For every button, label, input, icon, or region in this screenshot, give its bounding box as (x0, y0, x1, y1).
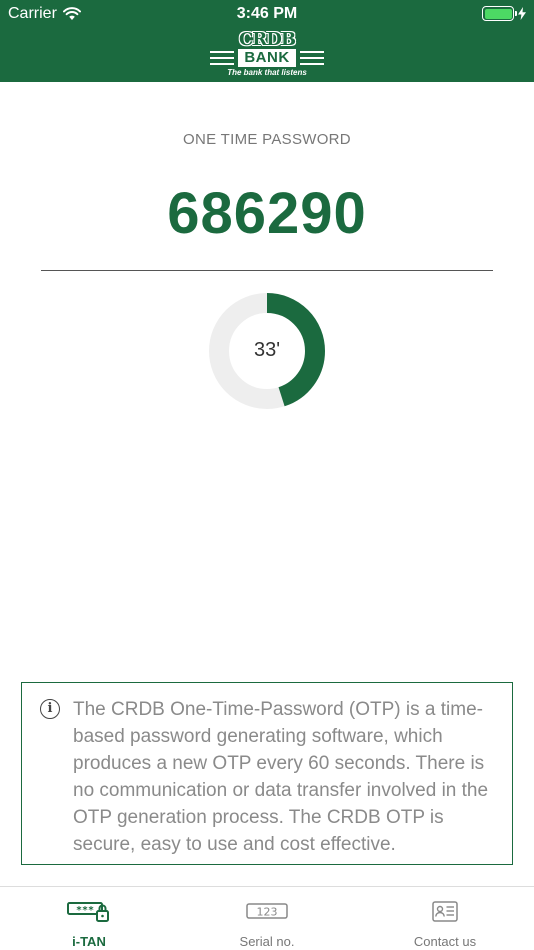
tab-contact-us[interactable]: Contact us (356, 887, 534, 950)
info-box: i The CRDB One-Time-Password (OTP) is a … (21, 682, 513, 865)
info-text: The CRDB One-Time-Password (OTP) is a ti… (73, 699, 489, 855)
logo-lines-left (210, 51, 234, 65)
app-header: Carrier 3:46 PM CRDB BANK The bank that … (0, 0, 534, 82)
otp-code: 686290 (167, 181, 367, 246)
charging-bolt-icon (518, 7, 526, 20)
tab-serial-no[interactable]: 123 Serial no. (178, 887, 356, 950)
tab-bar: *** i-TAN 123 Serial no. Contact us (0, 886, 534, 950)
countdown-timer: 33' (208, 292, 326, 410)
status-bar: Carrier 3:46 PM (0, 0, 534, 28)
serial-number-icon: 123 (246, 903, 288, 919)
crdb-logo: CRDB BANK The bank that listens (208, 30, 326, 80)
tab-itan[interactable]: *** i-TAN (0, 887, 178, 950)
contact-card-icon (432, 901, 458, 922)
svg-text:123: 123 (257, 906, 278, 919)
logo-crdb-text: CRDB (238, 29, 296, 50)
logo-lines-right (300, 51, 324, 65)
divider (41, 270, 493, 271)
countdown-label: 33' (253, 339, 281, 361)
tab-contact-us-label: Contact us (413, 934, 477, 949)
tab-serial-no-label: Serial no. (239, 934, 295, 949)
tab-itan-label: i-TAN (72, 934, 106, 949)
password-lock-icon: *** (67, 902, 109, 922)
clock: 3:46 PM (236, 5, 298, 22)
battery-status (482, 6, 526, 21)
battery-icon (482, 6, 517, 21)
logo-bank-text: BANK (238, 49, 296, 67)
otp-label: ONE TIME PASSWORD (183, 131, 351, 148)
info-icon: i (40, 699, 60, 719)
logo-tagline: The bank that listens (227, 68, 307, 77)
svg-text:***: *** (76, 905, 94, 916)
